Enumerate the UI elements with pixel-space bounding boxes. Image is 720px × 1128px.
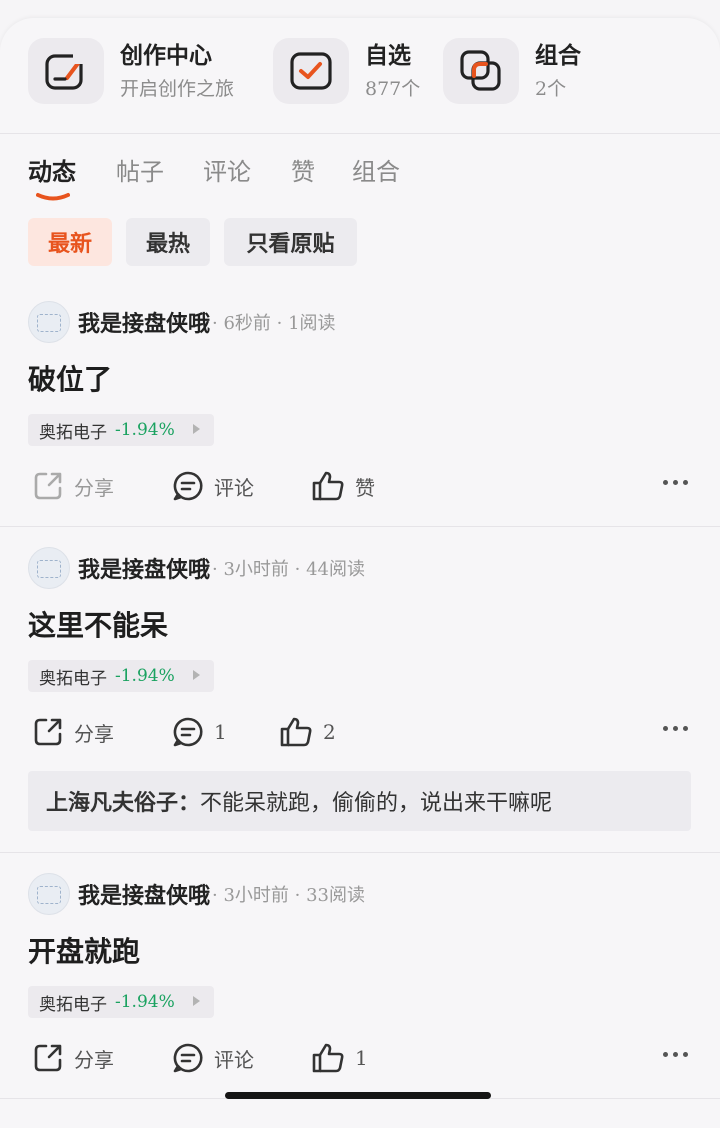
like-button[interactable]: 2 bbox=[279, 712, 336, 752]
more-options-icon[interactable] bbox=[663, 1052, 688, 1057]
post-meta: · 3小时前 · 44阅读 bbox=[212, 559, 365, 580]
shortcut-row: 创作中心 开启创作之旅 自选 877个 组合 2个 bbox=[0, 18, 720, 133]
stock-change: -1.94% bbox=[115, 420, 175, 440]
filter-latest[interactable]: 最新 bbox=[28, 218, 112, 266]
post-meta: · 6秒前 · 1阅读 bbox=[212, 313, 336, 334]
shortcut-subtitle: 2个 bbox=[535, 78, 567, 100]
share-label: 分享 bbox=[74, 721, 114, 746]
comment-icon bbox=[173, 471, 203, 501]
like-count: 1 bbox=[355, 1046, 368, 1070]
divider bbox=[0, 852, 720, 853]
create-icon bbox=[28, 38, 104, 104]
shortcut-title: 创作中心 bbox=[120, 42, 212, 69]
avatar[interactable] bbox=[28, 547, 70, 589]
post-actions: 分享 1 2 bbox=[0, 712, 720, 752]
share-icon bbox=[34, 1044, 62, 1072]
home-indicator[interactable] bbox=[225, 1092, 491, 1099]
like-label: 赞 bbox=[355, 475, 375, 500]
post-header: 我是接盘侠哦 · 3小时前 · 33阅读 bbox=[28, 872, 365, 916]
thumbs-up-icon bbox=[312, 1043, 344, 1073]
share-icon bbox=[34, 472, 62, 500]
divider bbox=[0, 133, 720, 134]
more-options-icon[interactable] bbox=[663, 480, 688, 485]
stock-tag[interactable]: 奥拓电子 -1.94% bbox=[28, 660, 214, 692]
comment-count: 1 bbox=[214, 720, 227, 744]
tab-portfolio[interactable]: 组合 bbox=[352, 152, 400, 187]
comment-label: 评论 bbox=[214, 475, 254, 500]
like-button[interactable]: 赞 bbox=[311, 466, 375, 506]
comment-button[interactable]: 评论 bbox=[172, 466, 254, 506]
shortcut-subtitle: 开启创作之旅 bbox=[120, 78, 235, 100]
triangle-right-icon bbox=[193, 424, 200, 434]
share-label: 分享 bbox=[74, 475, 114, 500]
comment-icon bbox=[173, 1043, 203, 1073]
like-count: 2 bbox=[323, 720, 336, 744]
post-text: 这里不能呆 bbox=[28, 609, 169, 642]
comment-button[interactable]: 1 bbox=[172, 712, 227, 752]
stock-name: 奥拓电子 bbox=[39, 994, 107, 1015]
post-actions: 分享 评论 赞 bbox=[0, 466, 720, 506]
share-button[interactable]: 分享 bbox=[32, 466, 114, 506]
tab-dynamics[interactable]: 动态 bbox=[28, 152, 76, 187]
filter-original-only[interactable]: 只看原贴 bbox=[224, 218, 357, 266]
profile-sheet: 创作中心 开启创作之旅 自选 877个 组合 2个 动态 帖子 评论 赞 组合 … bbox=[0, 18, 720, 1128]
post-text: 开盘就跑 bbox=[28, 935, 141, 968]
author-name[interactable]: 我是接盘侠哦 bbox=[78, 878, 210, 910]
thumbs-up-icon bbox=[312, 471, 344, 501]
triangle-right-icon bbox=[193, 670, 200, 680]
post-card[interactable]: 我是接盘侠哦 · 3小时前 · 33阅读 开盘就跑 奥拓电子 -1.94% 分享 bbox=[0, 872, 720, 1098]
tab-comments[interactable]: 评论 bbox=[203, 152, 251, 187]
share-icon bbox=[34, 718, 62, 746]
post-meta: · 3小时前 · 33阅读 bbox=[212, 885, 365, 906]
triangle-right-icon bbox=[193, 996, 200, 1006]
comment-button[interactable]: 评论 bbox=[172, 1038, 254, 1078]
shortcut-creation-center[interactable]: 创作中心 开启创作之旅 bbox=[28, 38, 234, 104]
stock-change: -1.94% bbox=[115, 992, 175, 1012]
reply-text: 不能呆就跑，偷偷的，说出来干嘛呢 bbox=[200, 791, 553, 816]
comment-label: 评论 bbox=[214, 1047, 254, 1072]
portfolio-icon bbox=[443, 38, 519, 104]
watchlist-check-icon bbox=[273, 38, 349, 104]
shortcut-title: 组合 bbox=[535, 42, 581, 69]
author-name[interactable]: 我是接盘侠哦 bbox=[78, 306, 210, 338]
share-button[interactable]: 分享 bbox=[32, 712, 114, 752]
thumbs-up-icon bbox=[280, 717, 312, 747]
post-header: 我是接盘侠哦 · 3小时前 · 44阅读 bbox=[28, 546, 365, 590]
comment-icon bbox=[173, 717, 203, 747]
more-options-icon[interactable] bbox=[663, 726, 688, 731]
shortcut-subtitle: 877个 bbox=[365, 78, 421, 100]
tab-posts[interactable]: 帖子 bbox=[116, 152, 164, 187]
tab-likes[interactable]: 赞 bbox=[291, 152, 315, 187]
avatar[interactable] bbox=[28, 873, 70, 915]
stock-change: -1.94% bbox=[115, 666, 175, 686]
filter-hottest[interactable]: 最热 bbox=[126, 218, 210, 266]
reply-preview[interactable]: 上海凡夫俗子： 不能呆就跑，偷偷的，说出来干嘛呢 bbox=[28, 771, 691, 831]
share-label: 分享 bbox=[74, 1047, 114, 1072]
divider bbox=[0, 526, 720, 527]
shortcut-title: 自选 bbox=[365, 42, 411, 69]
reply-author: 上海凡夫俗子： bbox=[46, 790, 201, 816]
post-header: 我是接盘侠哦 · 6秒前 · 1阅读 bbox=[28, 300, 336, 344]
stock-name: 奥拓电子 bbox=[39, 668, 107, 689]
post-actions: 分享 评论 1 bbox=[0, 1038, 720, 1078]
share-button[interactable]: 分享 bbox=[32, 1038, 114, 1078]
avatar[interactable] bbox=[28, 301, 70, 343]
shortcut-portfolio[interactable]: 组合 2个 bbox=[443, 38, 581, 104]
shortcut-watchlist[interactable]: 自选 877个 bbox=[273, 38, 420, 104]
post-text: 破位了 bbox=[28, 363, 113, 396]
stock-name: 奥拓电子 bbox=[39, 422, 107, 443]
stock-tag[interactable]: 奥拓电子 -1.94% bbox=[28, 414, 214, 446]
like-button[interactable]: 1 bbox=[311, 1038, 368, 1078]
author-name[interactable]: 我是接盘侠哦 bbox=[78, 552, 210, 584]
post-card[interactable]: 我是接盘侠哦 · 3小时前 · 44阅读 这里不能呆 奥拓电子 -1.94% 分… bbox=[0, 546, 720, 852]
stock-tag[interactable]: 奥拓电子 -1.94% bbox=[28, 986, 214, 1018]
active-tab-underline bbox=[36, 193, 70, 201]
post-card[interactable]: 我是接盘侠哦 · 6秒前 · 1阅读 破位了 奥拓电子 -1.94% 分享 评论… bbox=[0, 300, 720, 526]
